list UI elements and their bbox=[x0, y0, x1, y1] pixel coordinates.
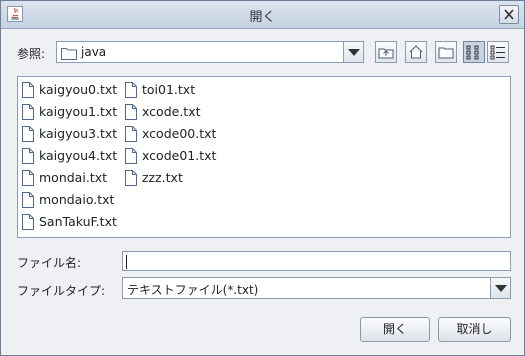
file-name: xcode00.txt bbox=[142, 126, 217, 141]
file-icon bbox=[22, 82, 34, 98]
text-cursor bbox=[126, 255, 127, 269]
details-view-icon bbox=[490, 45, 505, 60]
file-icon bbox=[125, 126, 137, 142]
close-icon bbox=[504, 9, 514, 20]
filename-label: ファイル名: bbox=[17, 256, 82, 270]
file-name: kaigyou4.txt bbox=[39, 148, 118, 163]
file-name: zzz.txt bbox=[142, 170, 183, 185]
file-icon bbox=[125, 148, 137, 164]
file-icon bbox=[22, 170, 34, 186]
file-icon bbox=[125, 82, 137, 98]
list-view-button[interactable] bbox=[463, 41, 485, 63]
lookin-combo[interactable]: java bbox=[56, 41, 364, 63]
lookin-label: 参照: bbox=[17, 47, 46, 61]
file-name: toi01.txt bbox=[142, 82, 196, 97]
file-name: mondai.txt bbox=[39, 170, 107, 185]
lookin-value: java bbox=[81, 45, 107, 59]
folder-icon bbox=[61, 48, 77, 60]
file-name: kaigyou3.txt bbox=[39, 126, 118, 141]
list-view-icon bbox=[466, 45, 479, 60]
new-folder-icon bbox=[438, 47, 454, 59]
chevron-down-icon[interactable] bbox=[490, 278, 510, 298]
filetype-value: テキストファイル(*.txt) bbox=[127, 283, 259, 297]
up-one-level-button[interactable] bbox=[375, 41, 397, 63]
file-name: kaigyou1.txt bbox=[39, 104, 118, 119]
file-icon bbox=[22, 104, 34, 120]
filename-input[interactable] bbox=[122, 251, 511, 271]
file-name: xcode01.txt bbox=[142, 148, 217, 163]
file-icon bbox=[22, 148, 34, 164]
file-name: SanTakuF.txt bbox=[39, 214, 117, 229]
file-icon bbox=[125, 170, 137, 186]
file-icon bbox=[125, 104, 137, 120]
window-title: 開く bbox=[249, 10, 276, 25]
filetype-label: ファイルタイプ: bbox=[17, 284, 106, 298]
filetype-combo[interactable]: テキストファイル(*.txt) bbox=[122, 277, 511, 299]
file-open-dialog: 開く 参照: java kaigyou0.txt kaigyou1.txt ka… bbox=[0, 0, 525, 356]
up-folder-icon bbox=[378, 48, 394, 59]
title-bar: 開く bbox=[1, 1, 524, 29]
details-view-button[interactable] bbox=[487, 41, 509, 63]
new-folder-button[interactable] bbox=[435, 41, 457, 63]
file-name: xcode.txt bbox=[142, 104, 201, 119]
file-icon bbox=[22, 214, 34, 230]
file-name: kaigyou0.txt bbox=[39, 82, 118, 97]
file-list[interactable]: kaigyou0.txt kaigyou1.txt kaigyou3.txt k… bbox=[17, 76, 511, 238]
cancel-button[interactable]: 取消し bbox=[438, 317, 511, 342]
open-button[interactable]: 開く bbox=[360, 317, 430, 342]
close-button[interactable] bbox=[499, 5, 519, 24]
home-button[interactable] bbox=[405, 41, 427, 63]
file-icon bbox=[22, 126, 34, 142]
file-icon bbox=[22, 192, 34, 208]
file-name: mondaio.txt bbox=[39, 192, 115, 207]
home-icon bbox=[409, 45, 423, 59]
chevron-down-icon[interactable] bbox=[343, 42, 363, 62]
